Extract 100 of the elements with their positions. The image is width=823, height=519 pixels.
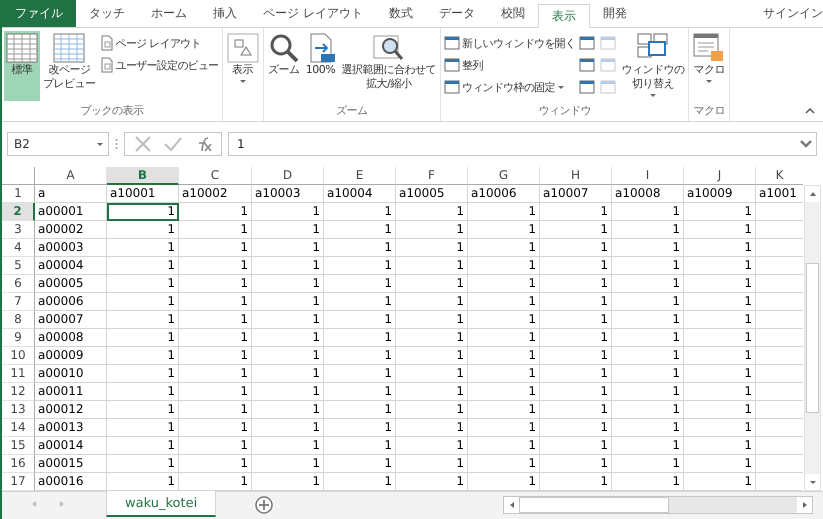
caret-icon <box>800 501 808 509</box>
vertical-scrollbar[interactable] <box>804 185 821 491</box>
ribbon-button[interactable]: 改ページ プレビュー <box>41 31 98 101</box>
file-tab[interactable]: ファイル <box>2 0 76 27</box>
row-header[interactable]: 17 <box>2 473 35 491</box>
ribbon-tab[interactable]: 表示 <box>538 4 590 28</box>
table-cell: 1 <box>540 203 612 221</box>
table-cell: 1 <box>107 293 179 311</box>
scroll-left-button[interactable] <box>504 497 519 513</box>
column-header[interactable]: G <box>468 167 540 185</box>
table-cell: 1 <box>468 401 540 419</box>
table-cell: a00004 <box>35 257 107 275</box>
row-header[interactable]: 10 <box>2 347 35 365</box>
ribbon-button[interactable]: ウィンドウ枠の固定 <box>443 77 576 97</box>
check-icon[interactable] <box>163 136 183 152</box>
table-cell: 1 <box>107 239 179 257</box>
row-header[interactable]: 2 <box>2 203 35 221</box>
column-header[interactable]: H <box>540 167 612 185</box>
scroll-down-button[interactable] <box>805 474 820 490</box>
macro-sheet-icon <box>693 33 726 63</box>
ribbon-button[interactable]: 整列 <box>443 55 576 75</box>
column-header[interactable]: E <box>324 167 396 185</box>
table-cell: 1 <box>179 383 252 401</box>
column-header[interactable]: F <box>396 167 468 185</box>
table-cell: 1 <box>179 221 252 239</box>
scroll-right-button[interactable] <box>797 497 812 513</box>
ribbon-button[interactable]: 100% <box>302 31 339 101</box>
horizontal-scrollbar[interactable] <box>503 496 813 514</box>
table-cell: 1 <box>540 401 612 419</box>
table-cell: 1 <box>179 257 252 275</box>
table-cell: 1 <box>252 437 324 455</box>
table-cell: 1 <box>324 401 396 419</box>
close-icon[interactable] <box>133 136 153 152</box>
table-cell: 1 <box>540 275 612 293</box>
ribbon-button[interactable]: ウィンドウの 切り替え <box>619 31 686 101</box>
ribbon-button[interactable]: 表示 <box>224 31 261 101</box>
table-cell: a00013 <box>35 419 107 437</box>
row-header[interactable]: 16 <box>2 455 35 473</box>
table-cell: 1 <box>540 455 612 473</box>
column-header[interactable]: J <box>684 167 756 185</box>
table-cell: a00010 <box>35 365 107 383</box>
formula-field[interactable]: 1 <box>228 132 817 156</box>
ribbon-button[interactable]: 選択範囲に合わせて 拡大/縮小 <box>340 31 438 101</box>
table-cell: 1 <box>252 365 324 383</box>
select-all-corner[interactable] <box>2 167 35 185</box>
table-cell: 1 <box>324 257 396 275</box>
table-cell: 1 <box>468 347 540 365</box>
window-icon <box>600 58 616 72</box>
table-cell: 1 <box>179 293 252 311</box>
row-header[interactable]: 6 <box>2 275 35 293</box>
row-header[interactable]: 13 <box>2 401 35 419</box>
column-header[interactable]: B <box>107 167 179 185</box>
column-header[interactable]: D <box>252 167 324 185</box>
table-cell: 1 <box>252 275 324 293</box>
spreadsheet-grid-icon <box>53 33 86 63</box>
table-cell: 1 <box>612 347 684 365</box>
ribbon-button[interactable]: 標準 <box>4 31 40 101</box>
table-cell: 1 <box>540 383 612 401</box>
row-header[interactable]: 9 <box>2 329 35 347</box>
ribbon-button[interactable]: マクロ <box>691 31 728 101</box>
table-cell: 1 <box>179 437 252 455</box>
table-cell: 1 <box>396 203 468 221</box>
table-cell: 1 <box>107 401 179 419</box>
row-header[interactable]: 8 <box>2 311 35 329</box>
collapse-icon[interactable] <box>805 107 815 115</box>
scroll-up-button[interactable] <box>805 186 820 202</box>
table-cell: 1 <box>179 365 252 383</box>
ribbon-button[interactable]: ズーム <box>266 31 302 101</box>
row-header[interactable]: 1 <box>2 185 35 203</box>
table-cell: 1 <box>684 221 756 239</box>
column-header[interactable]: A <box>35 167 107 185</box>
table-cell: 1 <box>107 311 179 329</box>
column-header[interactable]: C <box>179 167 252 185</box>
sign-in-link[interactable]: サインイン <box>763 5 823 22</box>
ribbon-button[interactable]: 新しいウィンドウを開く <box>443 33 576 53</box>
sheet-tab[interactable]: waku_kotei <box>106 491 216 517</box>
row-header[interactable]: 3 <box>2 221 35 239</box>
add-sheet-button[interactable] <box>254 496 274 516</box>
ribbon-button[interactable]: ページ レイアウト <box>98 33 220 53</box>
table-cell: 1 <box>612 239 684 257</box>
row-header[interactable]: 14 <box>2 419 35 437</box>
column-header[interactable]: K <box>756 167 803 185</box>
row-header[interactable]: 12 <box>2 383 35 401</box>
table-cell: 1 <box>468 383 540 401</box>
group-label: ウィンドウ <box>538 103 591 119</box>
row-header[interactable]: 5 <box>2 257 35 275</box>
table-cell: 1 <box>252 257 324 275</box>
column-header[interactable]: I <box>612 167 684 185</box>
page-icon <box>100 57 114 73</box>
table-cell: 1 <box>396 365 468 383</box>
table-cell: 1 <box>179 455 252 473</box>
row-header[interactable]: 15 <box>2 437 35 455</box>
row-header[interactable]: 4 <box>2 239 35 257</box>
table-cell: 1 <box>468 437 540 455</box>
name-box[interactable]: B2 <box>7 132 109 156</box>
chevron-icon[interactable] <box>800 140 812 148</box>
ribbon-button[interactable]: ユーザー設定のビュー <box>98 55 220 75</box>
row-header[interactable]: 7 <box>2 293 35 311</box>
row-header[interactable]: 11 <box>2 365 35 383</box>
table-cell: 1 <box>684 203 756 221</box>
